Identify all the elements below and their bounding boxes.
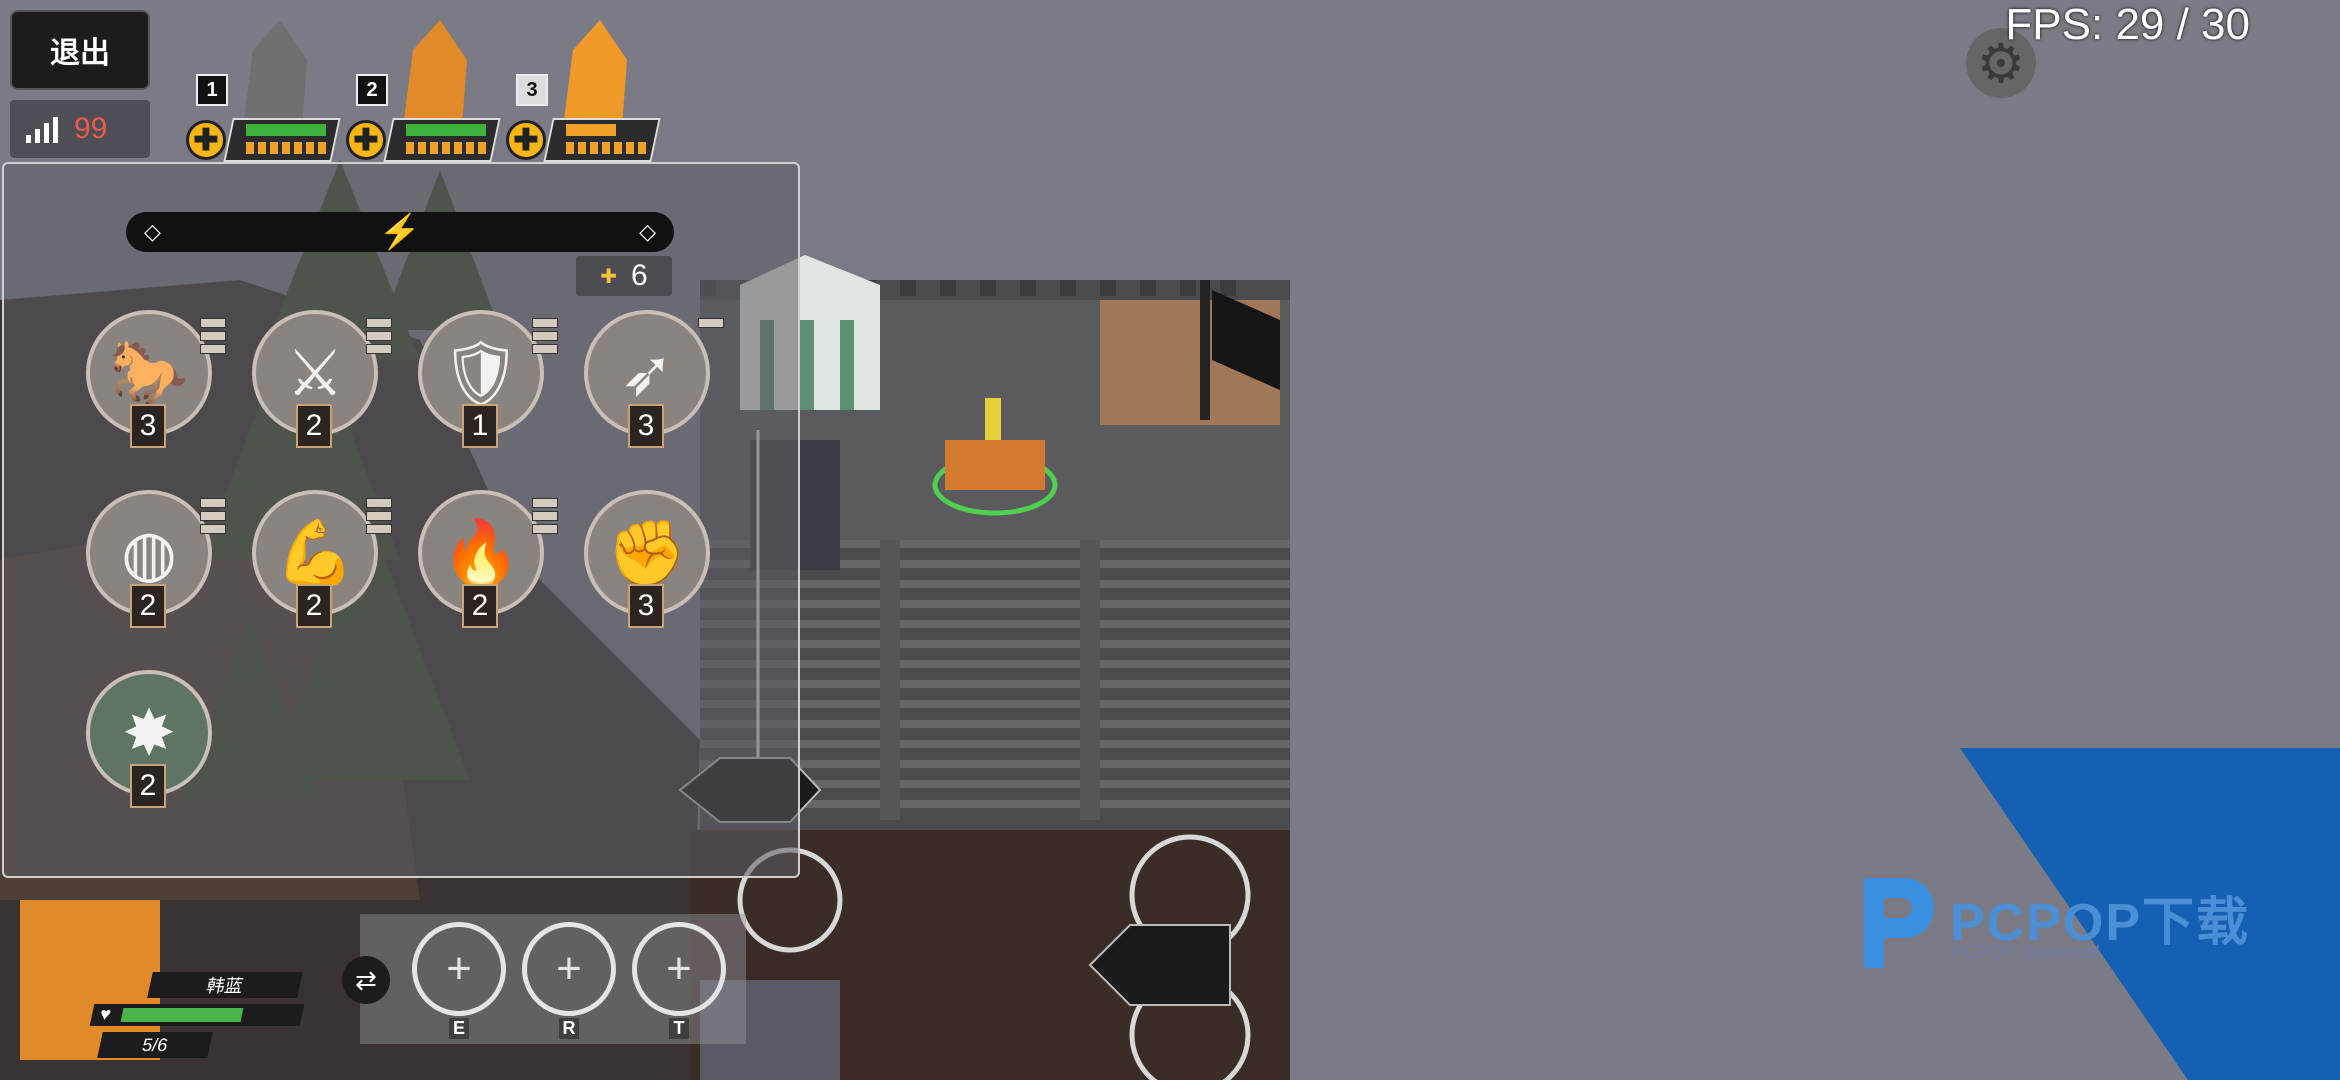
hero-hp-fill [566, 124, 616, 136]
hero-number: 3 [516, 74, 548, 106]
hero-energy-fill [566, 142, 650, 154]
coin-counter: ✚ 6 [576, 256, 672, 296]
skill-count: 2 [130, 584, 166, 628]
exit-button[interactable]: 退出 [10, 10, 150, 90]
skill-level-pips [366, 318, 392, 357]
hero-energy-fill [246, 142, 330, 154]
skill-level-pips [532, 318, 558, 357]
hero-portrait [244, 20, 307, 120]
troop-count: 5/6 [97, 1032, 213, 1058]
skill-count: 3 [628, 584, 664, 628]
heal-plus-icon[interactable]: ✚ [346, 120, 386, 160]
key-t-label: T [669, 1018, 689, 1039]
hero-slot-2[interactable]: 2 ✚ [346, 10, 501, 162]
hero-slot-3[interactable]: 3 ✚ [506, 10, 661, 162]
action-t-button[interactable]: + [632, 922, 726, 1016]
watermark-subtitle: PCPOP Download [1952, 942, 2100, 962]
skill-count: 2 [462, 584, 498, 628]
hero-portrait [564, 20, 627, 120]
ping-value: 99 [74, 112, 108, 145]
skill-count: 3 [628, 404, 664, 448]
energy-bar: ◇ ⚡ ◇ [126, 212, 674, 252]
hero-number: 1 [196, 74, 228, 106]
skill-level-pips [532, 498, 558, 537]
skill-card[interactable]: 💪 2 [252, 490, 392, 628]
skill-level-pips [200, 318, 226, 357]
skill-card[interactable]: 🔥 2 [418, 490, 558, 628]
skill-level-pips [200, 498, 226, 537]
hero-hp-fill [406, 124, 486, 136]
skill-level-pips [698, 318, 724, 331]
fps-counter: FPS: 29 / 30 [2005, 0, 2250, 49]
skill-card[interactable]: ➶ 3 [584, 310, 724, 448]
key-e-label: E [449, 1018, 469, 1039]
plus-icon: + [556, 944, 582, 993]
plus-icon: + [446, 944, 472, 993]
player-hp-bar: ♥ [89, 1004, 305, 1026]
skill-card[interactable]: 🛡 1 [418, 310, 558, 448]
player-hp-fill [120, 1008, 244, 1022]
skill-count: 2 [296, 584, 332, 628]
coin-count: 6 [631, 259, 648, 292]
lightning-icon: ⚡ [378, 213, 422, 251]
skill-count: 2 [130, 764, 166, 808]
hero-number: 2 [356, 74, 388, 106]
signal-icon [26, 115, 58, 143]
skill-card[interactable]: ⚔ 2 [252, 310, 392, 448]
network-status: 99 [10, 100, 150, 158]
skill-card[interactable]: 🐎 3 [86, 310, 226, 448]
player-name: 韩蓝 [147, 972, 303, 998]
swap-formation-icon[interactable]: ⇄ [342, 956, 390, 1004]
diamond-left-icon: ◇ [144, 219, 161, 244]
heart-icon: ♥ [98, 1004, 114, 1024]
skill-level-pips [366, 498, 392, 537]
skill-count: 1 [462, 404, 498, 448]
watermark-logo-icon [1864, 878, 1934, 968]
heal-plus-icon[interactable]: ✚ [506, 120, 546, 160]
skill-count: 3 [130, 404, 166, 448]
diamond-right-icon: ◇ [639, 219, 656, 244]
hero-portrait [404, 20, 467, 120]
coin-icon: ✚ [600, 265, 618, 288]
key-r-label: R [559, 1018, 579, 1039]
skill-card[interactable]: ◍ 2 [86, 490, 226, 628]
heal-plus-icon[interactable]: ✚ [186, 120, 226, 160]
action-e-button[interactable]: + [412, 922, 506, 1016]
action-r-button[interactable]: + [522, 922, 616, 1016]
skill-card[interactable]: ✊ 3 [584, 490, 714, 628]
hero-slot-1[interactable]: 1 ✚ [186, 10, 341, 162]
plus-icon: + [666, 944, 692, 993]
skill-card[interactable]: ✸ 2 [86, 670, 216, 808]
skill-count: 2 [296, 404, 332, 448]
hero-hp-fill [246, 124, 326, 136]
hero-energy-fill [406, 142, 490, 154]
